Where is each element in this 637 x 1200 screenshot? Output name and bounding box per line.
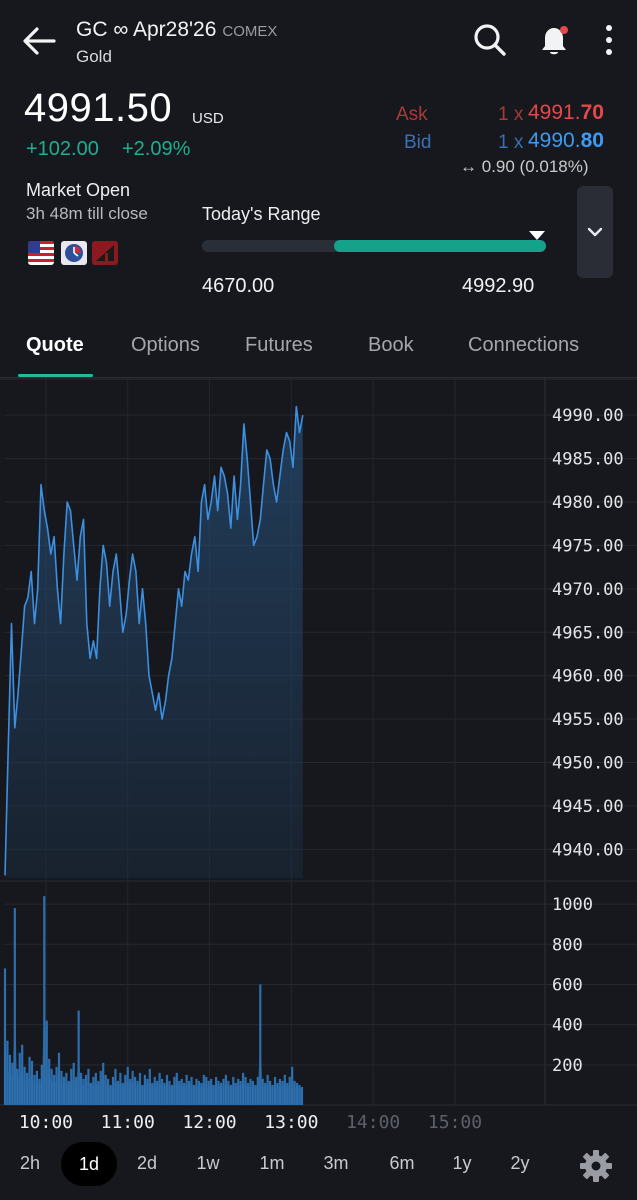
timeframe-1y[interactable]: 1y [442,1153,482,1174]
bid-price[interactable]: 4990.80 [528,129,604,153]
notification-dot [560,26,568,34]
bid-price-tail: 80 [580,129,604,152]
tab-options[interactable]: Options [131,334,200,357]
bid-label: Bid [404,132,432,153]
volume-tick-label: 800 [552,935,583,955]
volume-tick-label: 400 [552,1016,583,1036]
ask-label: Ask [396,104,428,125]
currency-label: USD [192,110,224,127]
price-tick-label: 4985.00 [552,450,624,470]
time-tick-label: 14:00 [346,1112,400,1133]
price-volume-chart[interactable]: 4990.00 4985.00 4980.00 4975.00 4970.00 4965.… [0,378,637,1138]
volume-bars [3,896,304,1105]
market-status: Market Open [26,180,131,200]
timeframe-2h[interactable]: 2h [10,1153,50,1174]
price-tick-label: 4950.00 [552,754,624,774]
last-price: 4991.50 [24,86,173,130]
back-arrow-icon[interactable] [18,20,60,62]
price-axis: 4990.00 4985.00 4980.00 4975.00 4970.00 4965.… [552,406,624,860]
price-tick-label: 4945.00 [552,797,624,817]
tab-quote[interactable]: Quote [26,334,84,357]
range-bar-fill [334,240,546,252]
price-tick-label: 4975.00 [552,536,624,556]
ask-price-main: 4991. [528,101,581,124]
timeframe-1d[interactable]: 1d [61,1142,117,1186]
price-tick-label: 4940.00 [552,840,624,860]
timeframe-6m[interactable]: 6m [382,1153,422,1174]
contract-title: GC ∞ Apr28'26 COMEX [76,18,277,42]
timeframe-3m[interactable]: 3m [316,1153,356,1174]
volume-tick-label: 200 [552,1056,583,1076]
timeframe-1m[interactable]: 1m [252,1153,292,1174]
price-tick-label: 4980.00 [552,493,624,513]
more-options-icon[interactable] [598,20,620,60]
tab-connections[interactable]: Connections [468,334,579,357]
price-area [5,406,303,878]
volume-area [5,1002,302,1105]
price-tick-label: 4990.00 [552,406,624,426]
bid-size: 1 x [498,132,524,153]
spread-arrows-icon: ↔ [460,157,477,176]
chart-badge-icon[interactable] [92,241,118,265]
volume-tick-label: 1000 [552,895,593,915]
spread-value: 0.90 (0.018%) [481,157,589,176]
timeframe-2d[interactable]: 2d [127,1153,167,1174]
time-tick-label: 12:00 [182,1112,236,1133]
expand-details-button[interactable] [577,186,613,278]
tab-futures[interactable]: Futures [245,334,313,357]
contract-name: Gold [76,47,112,66]
timeframe-1w[interactable]: 1w [188,1153,228,1174]
price-tick-label: 4970.00 [552,580,624,600]
time-tick-label: 10:00 [19,1112,73,1133]
settings-gear-icon[interactable] [578,1148,614,1184]
us-flag-icon[interactable] [28,241,54,265]
range-high: 4992.90 [462,275,535,297]
time-tick-label: 13:00 [264,1112,318,1133]
time-axis: 10:00 11:00 12:00 13:00 14:00 15:00 [19,1112,482,1133]
price-tick-label: 4965.00 [552,623,624,643]
bid-price-main: 4990. [528,129,581,152]
chevron-down-icon [587,227,603,237]
contract-symbol: GC ∞ Apr28'26 [76,18,217,41]
price-series [4,405,304,878]
volume-axis: 1000 800 600 400 200 [552,895,593,1076]
trading-hours-clock-icon[interactable] [61,241,87,265]
current-price-marker-icon [529,231,546,240]
time-tick-label: 15:00 [428,1112,482,1133]
price-tick-label: 4960.00 [552,667,624,687]
price-change-percent: +2.09% [122,138,191,160]
bell-icon[interactable] [534,20,574,60]
search-icon[interactable] [470,20,510,60]
price-tick-label: 4955.00 [552,710,624,730]
range-low: 4670.00 [202,275,275,297]
todays-range-label: Today's Range [202,204,321,224]
ask-price[interactable]: 4991.70 [528,101,604,125]
time-till-close: 3h 48m till close [26,204,148,223]
timeframe-2y[interactable]: 2y [500,1153,540,1174]
tab-book[interactable]: Book [368,334,414,357]
exchange-label: COMEX [222,23,278,40]
bid-ask-spread: ↔ 0.90 (0.018%) [460,157,589,177]
time-tick-label: 11:00 [101,1112,155,1133]
price-change: +102.00 [26,138,99,160]
volume-tick-label: 600 [552,975,583,995]
ask-size: 1 x [498,104,524,125]
ask-price-tail: 70 [580,101,604,124]
